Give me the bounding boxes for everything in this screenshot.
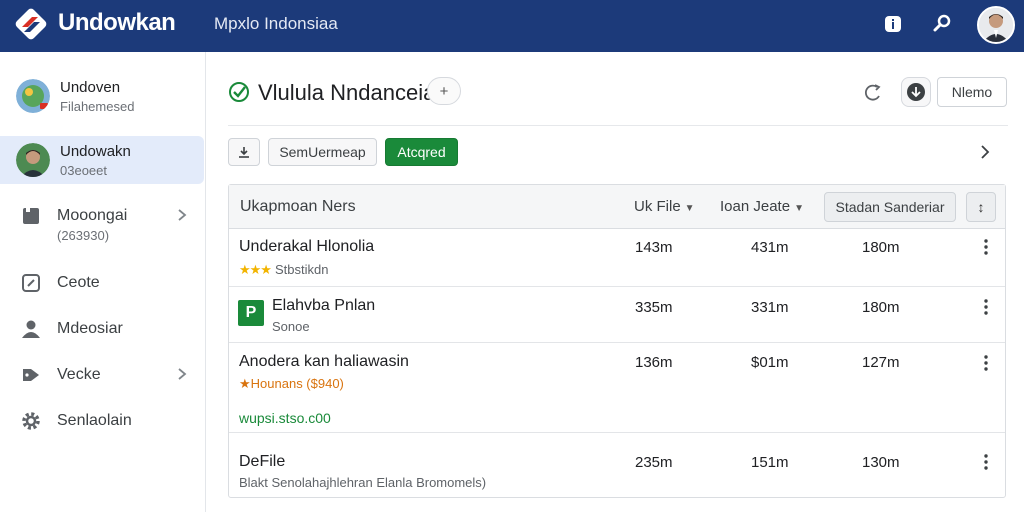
row-value-2: 151m [751,454,789,471]
data-table: Ukapmoan Ners Uk File ▼ Ioan Jeate ▼ Stada… [228,184,1006,498]
gear-icon [22,412,40,430]
sidebar-account-1[interactable]: Undoven Filahemesed [0,72,204,120]
row-name: Underakal Hlonolia [239,238,375,255]
row-name: Anodera kan haliawasin [239,353,409,370]
chevron-right-icon [178,209,187,221]
info-icon[interactable] [882,13,904,35]
account-subtitle: Filahemesed [60,99,135,114]
sidebar-item-edit[interactable]: Ceote [0,263,204,303]
more-options-icon[interactable] [981,298,991,316]
column-header-label: Uk File [634,198,681,215]
header-action-button[interactable]: Nlemo [937,77,1007,107]
table-row[interactable]: Underakal Hlonolia ★★★ Stbstikdn 143m 431… [229,229,1005,287]
caret-down-icon: ▼ [794,203,804,214]
sidebar-item-label: Mdeosiar [57,320,123,337]
row-value-3: 180m [862,239,900,256]
tag-icon [23,369,39,381]
sidebar: Undoven Filahemesed Undowakn 03eoeet Moo… [0,52,206,512]
share-icon[interactable] [863,83,883,103]
page-title: Vlulula Nndanceia [258,80,436,105]
column-header-file[interactable]: Uk File ▼ [634,198,695,215]
account-subtitle: 03eoeet [60,163,107,178]
row-value-1: 235m [635,454,673,471]
rating-stars-icon: ★★★ [239,262,272,277]
row-value-2: 331m [751,299,789,316]
edit-icon [22,274,40,292]
row-subtitle-text: Stbstikdn [274,262,329,277]
sidebar-item-settings[interactable]: Senlaolain [0,401,204,441]
row-value-1: 136m [635,354,673,371]
table-header: Ukapmoan Ners Uk File ▼ Ioan Jeate ▼ Stada… [229,185,1005,229]
search-icon[interactable] [931,13,953,35]
sidebar-account-2[interactable]: Undowakn 03eoeet [0,136,204,184]
row-value-1: 335m [635,299,673,316]
folder-icon [23,208,39,224]
top-bar: Undowkan Mpxlo Indonsiaa [0,0,1024,52]
table-row[interactable]: P Elahvba Pnlan Sonoe 335m 331m 180m [229,287,1005,343]
sidebar-item-label: Vecke [57,366,101,383]
row-name: Elahvba Pnlan [272,297,376,314]
file-type-icon: P [238,300,264,326]
download-button[interactable] [228,138,260,166]
top-nav-link[interactable]: Mpxlo Indonsiaa [214,14,338,34]
add-chip-button[interactable]: + [427,77,461,105]
more-options-icon[interactable] [981,453,991,471]
column-header-label: Ioan Jeate [720,198,791,215]
sidebar-item-folder[interactable]: Mooongai (263930) [0,196,204,252]
account-avatar [16,79,50,113]
sidebar-item-count: (263930) [57,228,110,243]
account-name: Undowakn [60,143,131,160]
row-value-2: $01m [751,354,789,371]
chevron-right-icon [178,368,187,380]
sort-button[interactable]: ↕ [966,192,996,222]
more-options-icon[interactable] [981,354,991,372]
table-header-button[interactable]: Stadan Sanderiar [824,192,956,222]
row-value-3: 130m [862,454,900,471]
table-row[interactable]: DeFile Blakt Senolahajhlehran Elanla Bro… [229,433,1005,497]
main-content: Vlulula Nndanceia + Nlemo SemUermeap Atc… [228,52,1008,512]
app-logo-icon[interactable] [14,7,48,41]
person-icon [22,320,40,338]
caret-down-icon: ▼ [684,203,695,214]
row-subtitle: ★Hounans ($940) [239,376,344,391]
primary-toolbar-button[interactable]: Atcqred [385,138,458,166]
row-name: DeFile [239,453,286,470]
row-subtitle: Blakt Senolahajhlehran Elanla Bromomels) [239,475,487,490]
download-circle-icon [907,83,925,101]
row-value-3: 180m [862,299,900,316]
account-name: Undoven [60,79,121,96]
table-row[interactable]: Anodera kan haliawasin ★Hounans ($940) w… [229,343,1005,433]
row-value-2: 431m [751,239,789,256]
row-subtitle: ★★★ Stbstikdn [239,262,328,278]
chevron-right-icon[interactable] [980,144,990,160]
sidebar-item-tag[interactable]: Vecke [0,355,204,395]
user-avatar[interactable] [977,6,1015,44]
column-header-name[interactable]: Ukapmoan Ners [240,198,356,216]
sidebar-item-label: Mooongai [57,207,128,224]
row-subtitle: Sonoe [272,319,310,334]
sidebar-item-label: Ceote [57,274,100,291]
more-options-icon[interactable] [981,238,991,256]
row-value-1: 143m [635,239,673,256]
secondary-toolbar-button[interactable]: SemUermeap [268,138,377,166]
download-icon [239,147,249,158]
sidebar-item-label: Senlaolain [57,412,132,429]
check-circle-icon [229,82,249,102]
row-value-3: 127m [862,354,900,371]
account-avatar [16,143,50,177]
sidebar-item-person[interactable]: Mdeosiar [0,309,204,349]
row-link[interactable]: wupsi.stso.c00 [239,410,331,426]
column-header-date[interactable]: Ioan Jeate ▼ [720,198,804,215]
header-divider [228,125,1008,126]
app-brand[interactable]: Undowkan [58,9,176,37]
download-circle-button[interactable] [901,77,931,107]
